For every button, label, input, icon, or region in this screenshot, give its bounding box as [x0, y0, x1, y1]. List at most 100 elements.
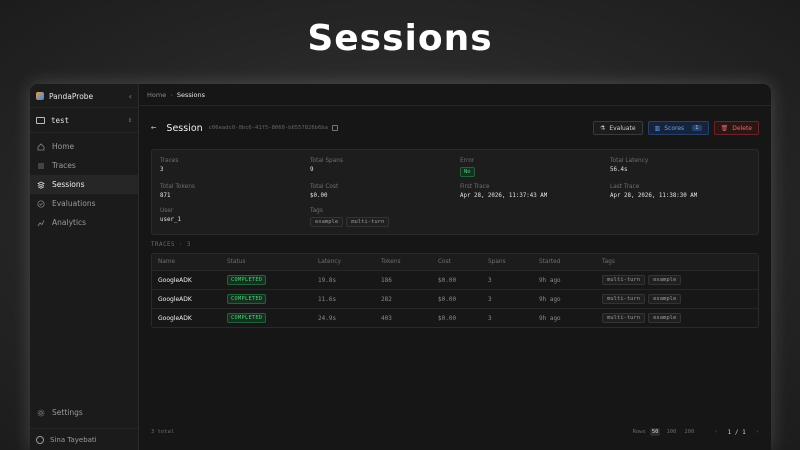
- session-summary-card: Traces 3 Total Spans 9 Error No Total La…: [151, 149, 759, 235]
- project-switcher[interactable]: test ⇕: [30, 108, 138, 132]
- column-header: Tags: [602, 259, 615, 265]
- collapse-sidebar-icon[interactable]: ‹: [129, 92, 132, 101]
- session-id: c06eadc0-0bc6-41f5-8060-b6557826b6ba: [208, 125, 328, 131]
- metric-label: Total Tokens: [160, 184, 195, 190]
- column-header[interactable]: Status: [227, 259, 318, 265]
- app-window: PandaProbe ‹ test ⇕ Home Traces Sessions…: [30, 84, 771, 450]
- tag-chip: multi-turn: [346, 217, 390, 227]
- session-actions: ⚗ Evaluate ▥ Scores 1 🗑 Delete: [592, 121, 759, 135]
- sidebar-item-sessions[interactable]: Sessions: [30, 175, 138, 194]
- trace-cost: $0.00: [438, 314, 457, 322]
- sidebar-bottom: Settings Sina Tayebati: [30, 403, 138, 450]
- metric-label: Tags: [310, 208, 323, 214]
- metric-value: 3: [160, 167, 164, 173]
- page-size-option[interactable]: 100: [664, 428, 678, 436]
- chevron-right-icon[interactable]: ›: [756, 429, 759, 435]
- metric-label: Total Latency: [610, 158, 649, 164]
- project-name: test: [51, 115, 70, 125]
- traces-table: Name Status Latency Tokens Cost Spans St…: [151, 253, 759, 328]
- trace-tokens: 282: [381, 295, 392, 303]
- bar-chart-icon: ▥: [654, 124, 661, 132]
- tag-chip: multi-turn: [602, 313, 646, 323]
- sidebar-item-label: Analytics: [52, 218, 87, 227]
- column-header[interactable]: Tokens: [381, 259, 438, 265]
- tag-chip: example: [310, 217, 344, 227]
- evaluate-button[interactable]: ⚗ Evaluate: [592, 121, 643, 135]
- user-menu[interactable]: Sina Tayebati: [30, 428, 138, 450]
- metric-value: 56.4s: [610, 167, 628, 173]
- session-title: Session: [166, 122, 203, 134]
- pager: ‹ 1 / 1 ›: [714, 429, 759, 436]
- metric-value: Apr 28, 2026, 11:37:43 AM: [460, 193, 548, 199]
- metric-value: 9: [310, 167, 314, 173]
- metric-value: 871: [160, 193, 171, 199]
- total-count: 3 total: [151, 429, 175, 435]
- status-badge: COMPLETED: [227, 313, 267, 323]
- scores-button[interactable]: ▥ Scores 1: [647, 121, 709, 135]
- metric-first-trace: First Trace Apr 28, 2026, 11:37:43 AM: [460, 184, 547, 199]
- trace-started: 9h ago: [539, 314, 561, 322]
- sidebar-item-label: Settings: [52, 408, 83, 417]
- table-footer: 3 total Rows 50 100 200 ‹ 1 / 1 ›: [151, 428, 759, 436]
- trace-spans: 3: [488, 295, 492, 303]
- metric-user: User user_1: [160, 208, 181, 223]
- metric-label: Total Spans: [310, 158, 343, 164]
- pandaprobe-logo-icon: [36, 92, 44, 100]
- column-header[interactable]: Name: [152, 259, 227, 265]
- trace-latency: 19.8s: [318, 276, 337, 284]
- page-size-option[interactable]: 50: [649, 428, 661, 436]
- trace-started: 9h ago: [539, 295, 561, 303]
- metric-label: User: [160, 208, 174, 214]
- copy-icon[interactable]: [331, 125, 338, 131]
- status-badge: COMPLETED: [227, 294, 267, 304]
- table-row[interactable]: GoogleADK COMPLETED 24.9s 403 $0.00 3 9h…: [152, 308, 758, 327]
- table-header: Name Status Latency Tokens Cost Spans St…: [152, 254, 758, 270]
- trash-icon: 🗑: [720, 124, 729, 132]
- metric-value: $0.00: [310, 193, 328, 199]
- column-header[interactable]: Cost: [438, 259, 488, 265]
- trace-name: GoogleADK: [158, 276, 192, 284]
- sidebar-item-traces[interactable]: Traces: [30, 156, 138, 175]
- column-header[interactable]: Latency: [318, 259, 381, 265]
- table-row[interactable]: GoogleADK COMPLETED 19.8s 186 $0.00 3 9h…: [152, 270, 758, 289]
- delete-button[interactable]: 🗑 Delete: [713, 121, 759, 135]
- check-circle-icon: [37, 199, 45, 208]
- scores-label: Scores: [664, 124, 685, 132]
- traces-section-label: TRACES · 3: [151, 242, 191, 248]
- chevron-left-icon[interactable]: ‹: [714, 429, 717, 435]
- rows-label: Rows: [632, 429, 646, 435]
- status-badge: COMPLETED: [227, 275, 267, 285]
- brand: PandaProbe ‹: [30, 85, 138, 107]
- trace-cost: $0.00: [438, 276, 457, 284]
- scores-count-badge: 1: [692, 125, 702, 131]
- tag-chip: multi-turn: [602, 275, 646, 285]
- trace-tokens: 403: [381, 314, 392, 322]
- metric-total-spans: Total Spans 9: [310, 158, 343, 173]
- trace-latency: 11.6s: [318, 295, 337, 303]
- trace-spans: 3: [488, 276, 492, 284]
- delete-label: Delete: [732, 124, 752, 132]
- back-arrow-icon[interactable]: ←: [151, 123, 156, 133]
- table-row[interactable]: GoogleADK COMPLETED 11.6s 282 $0.00 3 9h…: [152, 289, 758, 308]
- metric-value: Apr 28, 2026, 11:38:30 AM: [610, 193, 698, 199]
- metric-total-tokens: Total Tokens 871: [160, 184, 195, 199]
- sidebar-item-settings[interactable]: Settings: [30, 403, 138, 422]
- metric-last-trace: Last Trace Apr 28, 2026, 11:38:30 AM: [610, 184, 697, 199]
- sidebar-item-home[interactable]: Home: [30, 137, 138, 156]
- tag-chip: example: [648, 275, 682, 285]
- sidebar-item-evaluations[interactable]: Evaluations: [30, 194, 138, 213]
- page-headline: Sessions: [307, 18, 493, 59]
- breadcrumb-home[interactable]: Home: [147, 91, 166, 99]
- column-header[interactable]: Spans: [488, 259, 539, 265]
- trace-spans: 3: [488, 314, 492, 322]
- tag-chip: example: [648, 294, 682, 304]
- layers-icon: [37, 181, 45, 189]
- page-size-option[interactable]: 200: [682, 428, 696, 436]
- column-header[interactable]: Started: [539, 259, 602, 265]
- sidebar-item-analytics[interactable]: Analytics: [30, 213, 138, 232]
- metric-label: Last Trace: [610, 184, 640, 190]
- sidebar: PandaProbe ‹ test ⇕ Home Traces Sessions…: [30, 84, 139, 450]
- tag-chip: multi-turn: [602, 294, 646, 304]
- trace-tokens: 186: [381, 276, 392, 284]
- user-icon: [36, 435, 44, 444]
